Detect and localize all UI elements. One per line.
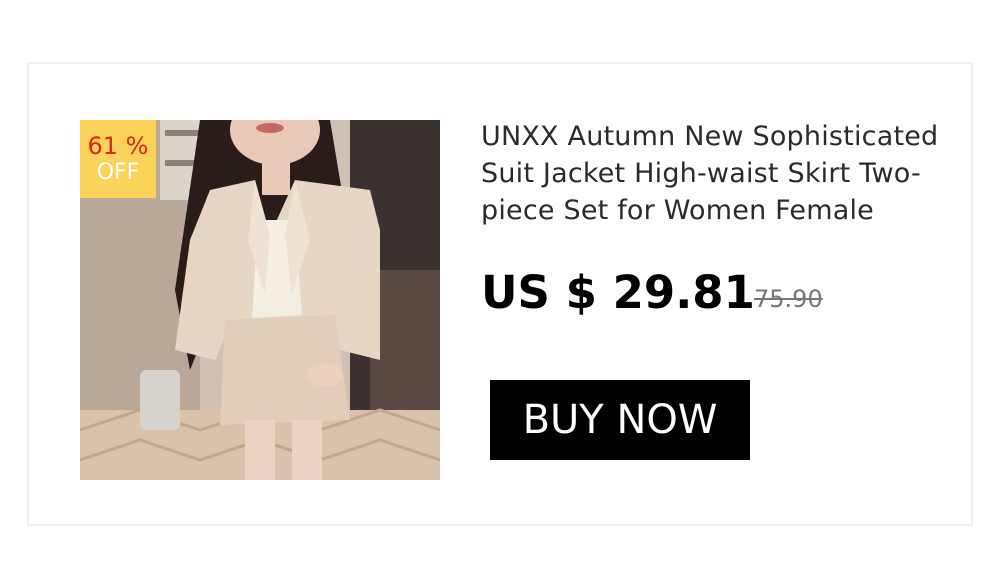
- original-price: 75.90: [754, 285, 823, 313]
- discount-badge: 61 % OFF: [80, 120, 156, 198]
- discount-off-label: OFF: [96, 160, 140, 186]
- sale-price: US $ 29.81: [481, 266, 755, 319]
- discount-percent: 61 %: [87, 131, 149, 160]
- buy-now-button[interactable]: BUY NOW: [490, 380, 750, 460]
- product-title[interactable]: UNXX Autumn New Sophisticated Suit Jacke…: [481, 118, 951, 229]
